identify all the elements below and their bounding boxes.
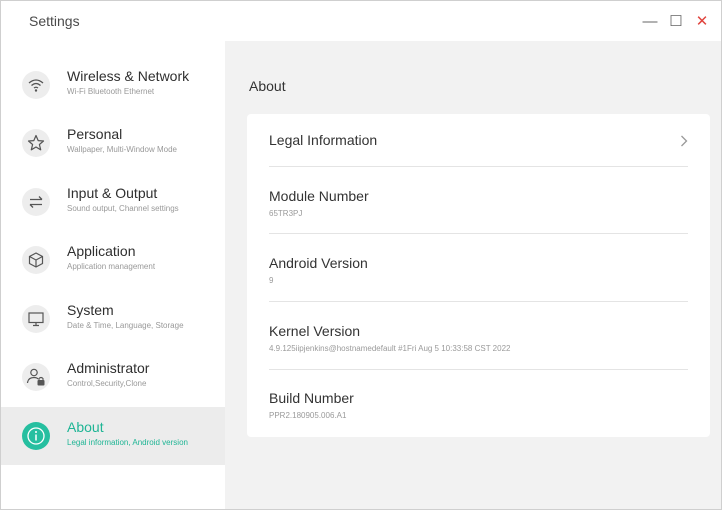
sidebar-item-subtitle: Legal information, Android version <box>67 438 188 447</box>
window-controls: — ☐ ✕ <box>637 1 715 41</box>
minimize-icon: — <box>642 12 658 30</box>
monitor-icon <box>22 305 50 333</box>
sidebar-item-label: System <box>67 302 114 318</box>
about-card: Legal Information Module Number 65TR3PJ … <box>247 114 710 437</box>
legal-information-row[interactable]: Legal Information <box>269 132 688 167</box>
sidebar-item-application[interactable]: Application Application management <box>1 231 225 289</box>
row-label: Build Number <box>269 390 354 406</box>
sidebar-item-subtitle: Application management <box>67 262 156 271</box>
module-number-row: Module Number 65TR3PJ <box>269 188 688 234</box>
sidebar-item-label: Personal <box>67 126 123 142</box>
page-title: About <box>249 78 286 94</box>
star-icon <box>22 129 50 157</box>
sidebar-item-personal[interactable]: Personal Wallpaper, Multi-Window Mode <box>1 114 225 172</box>
minimize-button[interactable]: — <box>637 8 663 34</box>
maximize-icon: ☐ <box>669 13 683 30</box>
sidebar-item-label: About <box>67 419 104 435</box>
cube-icon <box>22 246 50 274</box>
row-label: Legal Information <box>269 132 378 148</box>
admin-user-lock-icon <box>22 363 50 391</box>
row-label: Kernel Version <box>269 323 361 339</box>
android-version-row: Android Version 9 <box>269 255 688 302</box>
close-button[interactable]: ✕ <box>689 8 715 34</box>
swap-arrows-icon <box>22 188 50 216</box>
sidebar-item-input-output[interactable]: Input & Output Sound output, Channel set… <box>1 173 225 231</box>
sidebar-item-wireless-network[interactable]: Wireless & Network Wi-Fi Bluetooth Ether… <box>1 56 225 114</box>
sidebar-item-system[interactable]: System Date & Time, Language, Storage <box>1 290 225 348</box>
sidebar-item-label: Input & Output <box>67 185 158 201</box>
maximize-button[interactable]: ☐ <box>663 8 689 34</box>
row-label: Module Number <box>269 188 369 204</box>
sidebar-item-label: Wireless & Network <box>67 68 190 84</box>
sidebar-item-administrator[interactable]: Administrator Control,Security,Clone <box>1 348 225 406</box>
sidebar-item-label: Administrator <box>67 360 150 376</box>
sidebar: Wireless & Network Wi-Fi Bluetooth Ether… <box>1 41 225 509</box>
title-bar: Settings — ☐ ✕ <box>1 1 721 41</box>
sidebar-item-about[interactable]: About Legal information, Android version <box>1 407 225 465</box>
row-value: 65TR3PJ <box>269 209 303 218</box>
row-value: PPR2.180905.006.A1 <box>269 411 347 420</box>
sidebar-item-subtitle: Wallpaper, Multi-Window Mode <box>67 145 177 154</box>
build-number-row: Build Number PPR2.180905.006.A1 <box>269 390 688 430</box>
row-value: 9 <box>269 276 274 285</box>
wifi-icon <box>22 71 50 99</box>
close-icon: ✕ <box>695 13 709 30</box>
settings-window: Settings — ☐ ✕ Wireless & Network Wi-Fi … <box>0 0 722 510</box>
chevron-right-icon <box>680 134 688 151</box>
sidebar-item-label: Application <box>67 243 136 259</box>
window-title: Settings <box>29 13 80 29</box>
row-value: 4.9.125iipjenkins@hostnamedefault #1Fri … <box>269 344 511 353</box>
sidebar-item-subtitle: Sound output, Channel settings <box>67 204 179 213</box>
main-panel: About Legal Information Module Number 65… <box>225 41 721 509</box>
row-label: Android Version <box>269 255 368 271</box>
info-icon <box>22 422 50 450</box>
kernel-version-row: Kernel Version 4.9.125iipjenkins@hostnam… <box>269 323 688 370</box>
sidebar-item-subtitle: Date & Time, Language, Storage <box>67 321 184 330</box>
sidebar-item-subtitle: Control,Security,Clone <box>67 379 147 388</box>
sidebar-item-subtitle: Wi-Fi Bluetooth Ethernet <box>67 87 155 96</box>
